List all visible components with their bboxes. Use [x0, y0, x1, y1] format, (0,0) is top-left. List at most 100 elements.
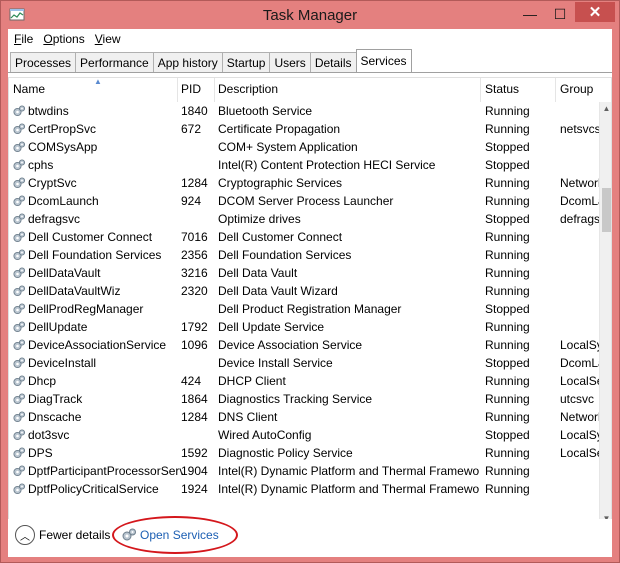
table-row[interactable]: CryptSvc 1284 Cryptographic Services Runnin…	[9, 174, 599, 192]
task-manager-window: Task Manager — ☐ ✕ File Options View Pro…	[0, 0, 620, 563]
maximize-button[interactable]: ☐	[545, 4, 575, 24]
services-table: ▲ Name PID Description Status Group btwd…	[8, 77, 612, 527]
service-description: Intel(R) Dynamic Platform and Thermal Fr…	[218, 464, 480, 478]
service-pid: 1924	[181, 482, 208, 496]
column-divider[interactable]	[177, 78, 178, 102]
table-row[interactable]: btwdins 1840 Bluetooth Service Running	[9, 102, 599, 120]
table-row[interactable]: DeviceInstall Device Install Service Stopp…	[9, 354, 599, 372]
service-description: DCOM Server Process Launcher	[218, 194, 394, 208]
service-group: LocalService	[560, 446, 599, 460]
column-header-status[interactable]: Status	[485, 82, 519, 96]
service-pid: 7016	[181, 230, 208, 244]
service-gear-icon	[13, 177, 26, 189]
service-group: DcomLaunch	[560, 194, 599, 208]
column-divider[interactable]	[214, 78, 215, 102]
service-description: Dell Update Service	[218, 320, 325, 334]
tab-users[interactable]: Users	[269, 52, 311, 72]
minimize-button[interactable]: —	[515, 4, 545, 24]
chevron-up-icon[interactable]: ︿	[15, 525, 35, 545]
service-pid: 924	[181, 194, 202, 208]
service-gear-icon	[13, 321, 26, 333]
service-description: Dell Data Vault Wizard	[218, 284, 338, 298]
table-row[interactable]: DellDataVaultWiz 2320 Dell Data Vault Wiza…	[9, 282, 599, 300]
table-row[interactable]: DellDataVault 3216 Dell Data Vault Running	[9, 264, 599, 282]
column-header-pid[interactable]: PID	[181, 82, 201, 96]
table-row[interactable]: cphs Intel(R) Content Protection HECI Ser…	[9, 156, 599, 174]
tab-performance[interactable]: Performance	[75, 52, 154, 72]
table-row[interactable]: DeviceAssociationService 1096 Device Assoc…	[9, 336, 599, 354]
service-description: Diagnostics Tracking Service	[218, 392, 373, 406]
table-row[interactable]: dot3svc Wired AutoConfig Stopped LocalSyste…	[9, 426, 599, 444]
table-header: ▲ Name PID Description Status Group	[9, 78, 599, 102]
table-row[interactable]: DptfPolicyCriticalService 1924 Intel(R) Dy…	[9, 480, 599, 498]
tab-processes[interactable]: Processes	[10, 52, 77, 72]
title-bar[interactable]: Task Manager — ☐ ✕	[1, 1, 619, 29]
column-header-group[interactable]: Group	[560, 82, 593, 96]
vertical-scrollbar[interactable]: ▲ ▼	[599, 102, 611, 526]
service-name: DellProdRegManager	[28, 302, 144, 316]
table-row[interactable]: Dell Customer Connect 7016 Dell Customer C…	[9, 228, 599, 246]
table-row[interactable]: DellProdRegManager Dell Product Registrat…	[9, 300, 599, 318]
service-group: defragsvc	[560, 212, 599, 226]
tab-startup[interactable]: Startup	[221, 52, 271, 72]
client-area: File Options View Processes Performance …	[8, 29, 612, 557]
footer-bar: ︿ Fewer details Open Services	[8, 516, 612, 557]
table-row[interactable]: DcomLaunch 924 DCOM Server Process Launche…	[9, 192, 599, 210]
service-status: Running	[485, 410, 530, 424]
service-gear-icon	[13, 249, 26, 261]
table-row[interactable]: DiagTrack 1864 Diagnostics Tracking Servic…	[9, 390, 599, 408]
menu-file[interactable]: File	[10, 32, 37, 46]
service-status: Running	[485, 176, 530, 190]
service-pid: 1864	[181, 392, 208, 406]
tab-services[interactable]: Services	[355, 49, 412, 72]
service-gear-icon	[13, 375, 26, 387]
table-row[interactable]: DPS 1592 Diagnostic Policy Service Running L…	[9, 444, 599, 462]
service-status: Running	[485, 122, 530, 136]
service-description: Dell Data Vault	[218, 266, 298, 280]
column-divider[interactable]	[555, 78, 556, 102]
tab-app-history[interactable]: App history	[152, 52, 223, 72]
table-row[interactable]: DptfParticipantProcessorService1904 Intel…	[9, 462, 599, 480]
service-name: DptfPolicyCriticalService	[28, 482, 159, 496]
table-row[interactable]: CertPropSvc 672 Certificate Propagation Run…	[9, 120, 599, 138]
vertical-scroll-thumb[interactable]	[602, 188, 611, 232]
service-gear-icon	[13, 267, 26, 279]
service-gear-icon	[13, 339, 26, 351]
sort-ascending-icon: ▲	[94, 77, 102, 86]
service-pid: 1840	[181, 104, 208, 118]
fewer-details-link[interactable]: Fewer details	[39, 528, 110, 542]
open-services-link[interactable]: Open Services	[140, 528, 219, 542]
table-row[interactable]: Dhcp 424 DHCP Client Running LocalService	[9, 372, 599, 390]
column-divider[interactable]	[480, 78, 481, 102]
service-pid: 424	[181, 374, 202, 388]
service-pid: 1284	[181, 410, 208, 424]
table-row[interactable]: Dell Foundation Services 2356 Dell Foundat…	[9, 246, 599, 264]
menu-options[interactable]: Options	[39, 32, 88, 46]
table-row[interactable]: COMSysApp COM+ System Application Stopped	[9, 138, 599, 156]
column-header-description[interactable]: Description	[218, 82, 278, 96]
service-status: Running	[485, 338, 530, 352]
service-name: COMSysApp	[28, 140, 98, 154]
table-row[interactable]: defragsvc Optimize drives Stopped defragsvc	[9, 210, 599, 228]
gear-icon[interactable]	[121, 527, 137, 543]
service-status: Stopped	[485, 356, 530, 370]
service-group: LocalSystem	[560, 338, 599, 352]
service-name: Dell Foundation Services	[28, 248, 162, 262]
service-status: Stopped	[485, 140, 530, 154]
service-gear-icon	[13, 357, 26, 369]
service-gear-icon	[13, 429, 26, 441]
service-description: Optimize drives	[218, 212, 301, 226]
service-description: Dell Customer Connect	[218, 230, 343, 244]
table-row[interactable]: Dnscache 1284 DNS Client Running NetworkServ…	[9, 408, 599, 426]
service-pid: 1284	[181, 176, 208, 190]
service-gear-icon	[13, 123, 26, 135]
scroll-up-icon[interactable]: ▲	[601, 103, 611, 115]
close-button[interactable]: ✕	[575, 2, 615, 22]
service-name: DptfParticipantProcessorService	[28, 464, 183, 478]
column-header-name[interactable]: Name	[13, 82, 45, 96]
service-status: Running	[485, 320, 530, 334]
service-group: utcsvc	[560, 392, 595, 406]
table-row[interactable]: DellUpdate 1792 Dell Update Service Running	[9, 318, 599, 336]
menu-view[interactable]: View	[91, 32, 125, 46]
tab-details[interactable]: Details	[309, 52, 357, 72]
